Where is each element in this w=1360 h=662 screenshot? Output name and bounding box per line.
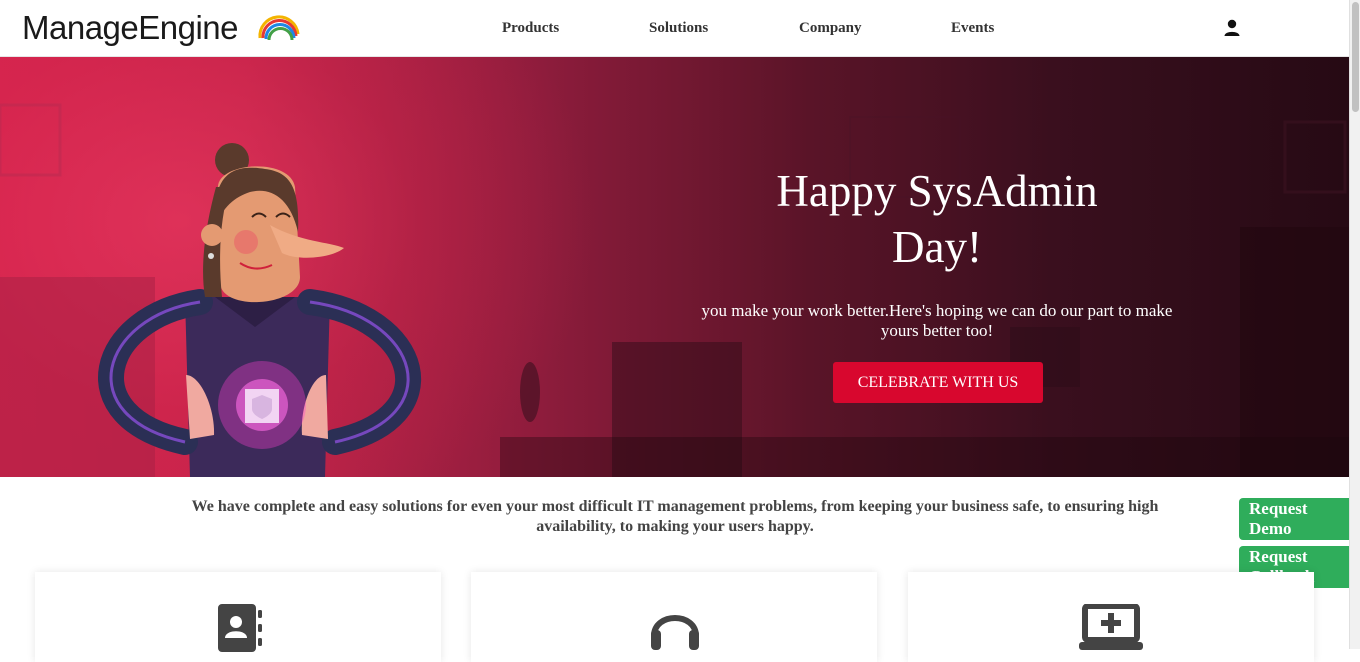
hero-banner: Happy SysAdmin Day! you make your work b… xyxy=(0,57,1349,477)
hero-subtitle: you make your work better.Here's hoping … xyxy=(701,301,1173,340)
headset-icon xyxy=(651,615,699,650)
celebrate-button[interactable]: CELEBRATE WITH US xyxy=(833,362,1043,403)
nav-products[interactable]: Products xyxy=(502,20,559,37)
manageengine-logo[interactable]: ManageEngine xyxy=(22,6,300,50)
character-illustration xyxy=(98,143,421,477)
contact-book-icon xyxy=(218,604,262,652)
intro-text: We have complete and easy solutions for … xyxy=(191,498,1159,535)
user-icon[interactable] xyxy=(1222,18,1242,38)
site-header: ManageEngine Products Solutions Company … xyxy=(0,0,1349,57)
nav-solutions[interactable]: Solutions xyxy=(649,20,708,37)
nav-company[interactable]: Company xyxy=(799,20,862,37)
logo-text: ManageEngine xyxy=(22,9,239,46)
page-scrollbar[interactable] xyxy=(1349,0,1360,649)
nav-events[interactable]: Events xyxy=(951,20,994,37)
laptop-plus-icon xyxy=(1079,604,1143,650)
logo-arc-icon xyxy=(258,15,300,41)
hero-illustration xyxy=(0,103,1349,477)
hero-title: Happy SysAdmin Day! xyxy=(776,166,1098,272)
request-demo-button[interactable]: Request Demo xyxy=(1239,498,1349,540)
scrollbar-thumb[interactable] xyxy=(1352,2,1359,112)
